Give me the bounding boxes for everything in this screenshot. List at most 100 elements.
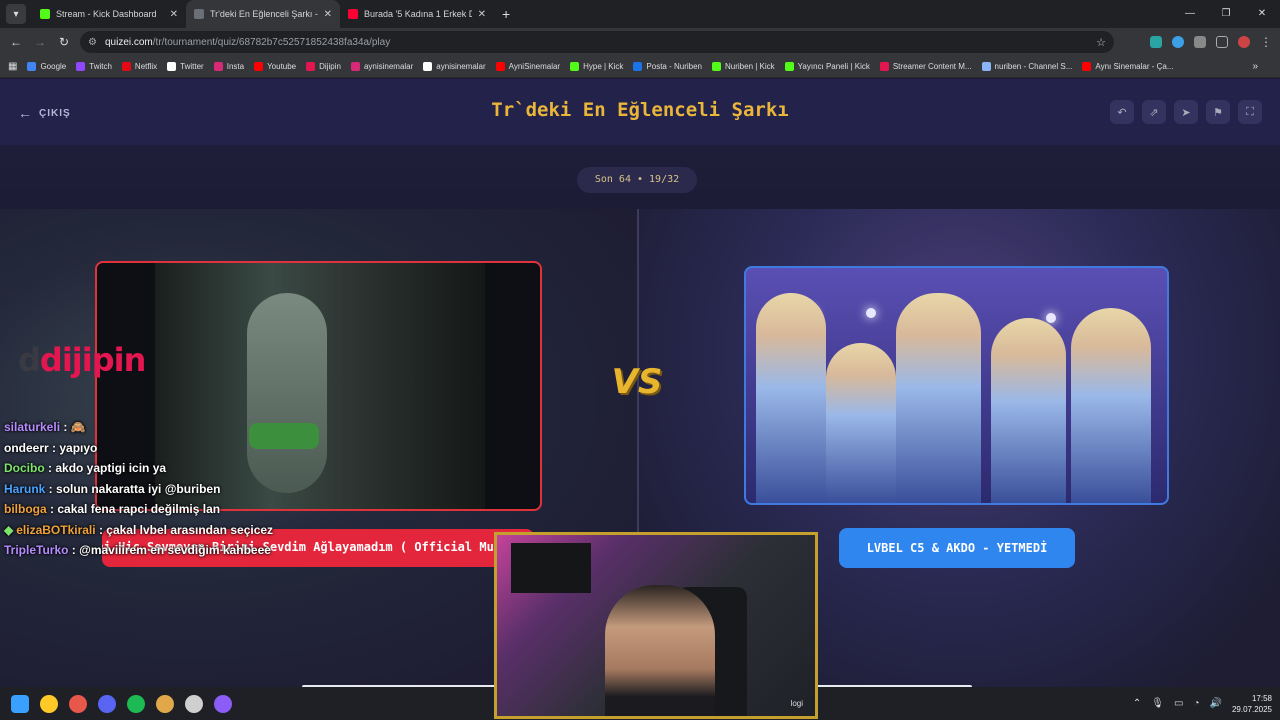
chat-message: TripleTurko : @maviiirem en sevdiğim kah… [4,540,273,561]
taskbar-app-icon[interactable] [127,694,145,713]
bookmark-item[interactable]: nuriben - Channel S... [981,62,1072,71]
taskbar-app-icon[interactable] [98,694,116,713]
browser-tab[interactable]: Stream - Kick Dashboard ✕ [32,0,186,28]
extension-icon[interactable] [1150,36,1162,48]
network-icon[interactable]: ◔ [1193,698,1199,709]
bookmark-label: Twitch [89,62,112,71]
bookmark-favicon-icon [213,62,223,71]
tab-close-icon[interactable]: ✕ [478,9,486,20]
media-control-icon[interactable] [1216,36,1228,48]
bookmark-item[interactable]: Hype | Kick [570,62,623,71]
bookmark-favicon-icon [633,62,643,71]
chat-username: silaturkeli [4,420,61,434]
puzzle-icon[interactable] [1194,36,1206,48]
browser-tab[interactable]: Tr'deki En Eğlenceli Şarkı - Q ✕ [186,0,340,28]
bookmark-item[interactable]: Aynı Sinemalar - Ça... [1082,62,1173,71]
extensions-area: ⋮ [1150,28,1272,56]
taskbar-app-icon[interactable] [214,694,232,713]
undo-icon[interactable]: ↶ [1110,100,1134,124]
bookmark-favicon-icon [76,62,86,71]
flag-icon[interactable]: ⚑ [1206,100,1230,124]
bookmark-item[interactable]: Netflix [121,62,158,71]
reload-icon[interactable]: ↻ [52,35,76,49]
taskbar-app-icon[interactable] [40,694,58,713]
tab-favicon-icon [348,9,358,19]
bookmark-label: aynisinemalar [436,62,486,71]
extension-icon[interactable] [1172,36,1184,48]
chat-username: Harunk [4,481,46,496]
display-icon[interactable]: ▭ [1174,698,1183,709]
browser-toolbar: ← → ↻ ⚙ quizei.com/tr/tournament/quiz/68… [0,28,1280,56]
chat-separator: : [44,461,56,475]
bookmark-item[interactable]: Dijipin [306,62,341,71]
chat-separator: : [46,502,58,516]
bookmark-item[interactable]: Insta [213,62,244,71]
dijipin-logo: ddijipin [18,341,146,379]
restore-button[interactable]: ❐ [1208,0,1244,28]
taskbar-app-icon[interactable] [69,694,87,713]
tab-title: Burada '5 Kadına 1 Erkek Düşüy [364,9,472,19]
profile-avatar[interactable] [1238,36,1250,48]
quiz-title: Tr`deki En Eğlenceli Şarkı [491,99,789,121]
tab-close-icon[interactable]: ✕ [170,9,178,20]
apps-grid-icon[interactable]: ▦ [8,61,17,72]
chat-text: 🙈 [70,420,86,434]
bookmark-item[interactable]: Yayıncı Paneli | Kick [784,62,870,71]
taskbar-app-icon[interactable] [185,694,203,713]
bookmark-star-icon[interactable]: ☆ [1096,36,1106,49]
clock-date: 29.07.2025 [1231,704,1272,714]
back-arrow-icon[interactable]: ← [4,35,28,49]
tab-title: Stream - Kick Dashboard [56,9,157,19]
right-choice-card[interactable] [744,266,1169,505]
minimize-button[interactable]: — [1172,0,1208,28]
tab-close-icon[interactable]: ✕ [324,9,332,20]
share-icon[interactable]: ⇗ [1142,100,1166,124]
more-bookmarks-icon[interactable]: » [1252,61,1258,72]
bookmark-item[interactable]: Youtube [254,62,296,71]
menu-dots-icon[interactable]: ⋮ [1260,36,1272,48]
bookmark-item[interactable]: Posta - Nuriben [633,62,702,71]
chat-text: çakal lvbel arasından seçicez [106,522,274,537]
chat-separator: : [48,440,60,455]
bookmark-favicon-icon [350,62,360,71]
bookmark-favicon-icon [879,62,889,71]
address-bar[interactable]: ⚙ quizei.com/tr/tournament/quiz/68782b7c… [80,31,1114,53]
new-tab-button[interactable]: + [502,6,510,22]
close-window-button[interactable]: ✕ [1244,0,1280,28]
send-icon[interactable]: ➤ [1174,100,1198,124]
round-badge: Son 64 • 19/32 [577,167,697,193]
start-menu-icon[interactable] [11,694,29,713]
bookmark-label: Netflix [134,62,158,71]
microphone-icon[interactable]: 🎙 [1151,698,1164,709]
bookmark-item[interactable]: Google [27,62,66,71]
clock[interactable]: 17:58 29.07.2025 [1232,693,1272,715]
bookmark-favicon-icon [423,62,433,71]
fullscreen-icon[interactable]: ⛶ [1238,100,1262,124]
url-text: quizei.com/tr/tournament/quiz/68782b7c52… [104,36,391,48]
bookmark-item[interactable]: Streamer Content M... [879,62,972,71]
chat-message: Harunk : solun nakaratta iyi @buriben [4,479,273,500]
site-info-icon[interactable]: ⚙ [88,37,97,48]
forward-arrow-icon[interactable]: → [28,35,52,49]
bookmark-item[interactable]: aynisinemalar [350,62,413,71]
bookmark-item[interactable]: Twitter [167,62,204,71]
browser-tab[interactable]: Burada '5 Kadına 1 Erkek Düşüy ✕ [340,0,494,28]
volume-icon[interactable]: 🔊 [1210,698,1222,709]
chat-message: bilboga : cakal fena rapci değilmiş lan [4,499,273,520]
bookmark-favicon-icon [981,62,991,71]
chat-text: akdo yaptigi icin ya [55,461,167,475]
bookmark-item[interactable]: aynisinemalar [423,62,486,71]
chat-username: bilboga [4,502,47,516]
chat-username: TripleTurko [4,543,69,557]
chevron-up-icon[interactable]: ⌃ [1133,698,1141,709]
bookmark-item[interactable]: Twitch [76,62,112,71]
chat-separator: : [68,543,80,557]
tab-search-button[interactable]: ▾ [6,4,26,24]
bookmark-label: Youtube [267,62,297,71]
right-choice-button[interactable]: LVBEL C5 & AKDO - YETMEDİ [839,528,1075,568]
chat-separator: : [95,522,107,537]
bookmark-label: Google [40,62,67,71]
bookmark-item[interactable]: AyniSinemalar [495,62,560,71]
taskbar-app-icon[interactable] [156,694,174,713]
bookmark-item[interactable]: Nuriben | Kick [712,62,775,71]
